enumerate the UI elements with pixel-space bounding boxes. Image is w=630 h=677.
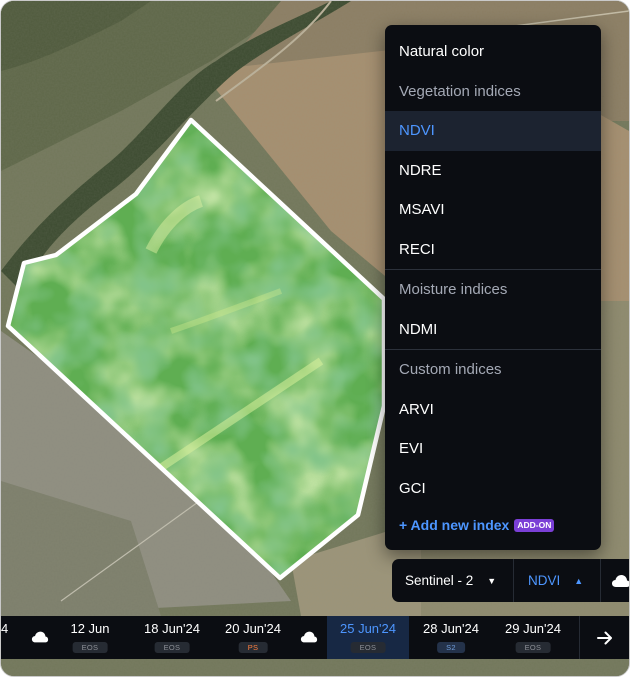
- source-badge: PS: [238, 642, 268, 653]
- arrow-right-icon: [597, 631, 612, 644]
- timeline-date-item[interactable]: 25 Jun'24 EOS: [327, 616, 409, 659]
- layer-selector-bar: Sentinel - 2 ▼ NDVI ▲: [392, 559, 629, 602]
- menu-section-header: Moisture indices: [399, 281, 508, 298]
- source-badge: EOS: [350, 642, 386, 653]
- cloud-filter-button[interactable]: [601, 559, 629, 602]
- source-badge: EOS: [154, 642, 190, 653]
- add-new-index-label: + Add new index: [399, 517, 510, 533]
- timeline-date-label: 20 Jun'24: [225, 621, 281, 636]
- cloudy-date-icon[interactable]: [300, 629, 318, 645]
- menu-section-header: Custom indices: [399, 361, 502, 378]
- timeline-next-button[interactable]: [579, 616, 629, 659]
- timeline-date-item[interactable]: 18 Jun'24 EOS: [132, 616, 212, 659]
- menu-item-evi[interactable]: EVI: [385, 429, 601, 469]
- source-badge: S2: [437, 642, 465, 653]
- timeline-date-label: 12 Jun: [70, 621, 110, 636]
- chevron-up-icon: ▲: [574, 575, 584, 586]
- menu-item-arvi[interactable]: ARVI: [385, 390, 601, 430]
- cloudy-date-icon[interactable]: [31, 629, 49, 645]
- chevron-down-icon: ▼: [487, 575, 497, 586]
- timeline-date-item[interactable]: 20 Jun'24 PS: [213, 616, 293, 659]
- timeline-date-label: 29 Jun'24: [505, 621, 561, 636]
- add-on-badge: ADD-ON: [514, 518, 555, 532]
- timeline-date-label: 28 Jun'24: [423, 621, 479, 636]
- menu-section-header: Vegetation indices: [399, 82, 521, 100]
- timeline-date-label: 25 Jun'24: [340, 621, 396, 636]
- menu-item-natural-color[interactable]: Natural color: [385, 32, 601, 72]
- add-new-index-button[interactable]: + Add new index ADD-ON: [385, 508, 601, 542]
- menu-item-reci[interactable]: RECI: [385, 230, 601, 270]
- menu-item-ndmi[interactable]: NDMI: [385, 310, 601, 350]
- menu-item-gci[interactable]: GCI: [385, 469, 601, 509]
- satellite-selector[interactable]: Sentinel - 2 ▼: [392, 559, 513, 602]
- timeline-date-item[interactable]: 28 Jun'24 S2: [410, 616, 492, 659]
- index-dropdown-menu: Natural color Vegetation indices NDVI NDRE M…: [385, 25, 601, 550]
- timeline-date-item[interactable]: 29 Jun'24 EOS: [492, 616, 574, 659]
- index-label: NDVI: [528, 573, 561, 588]
- app-frame: Natural color Vegetation indices NDVI NDRE M…: [0, 0, 630, 677]
- timeline-date-item[interactable]: 12 Jun EOS: [49, 616, 131, 659]
- timeline-date-label: 18 Jun'24: [144, 621, 200, 636]
- menu-item-ndre[interactable]: NDRE: [385, 151, 601, 191]
- index-selector[interactable]: NDVI ▲: [514, 559, 600, 602]
- menu-item-msavi[interactable]: MSAVI: [385, 190, 601, 230]
- satellite-label: Sentinel - 2: [405, 573, 474, 588]
- timeline-partial-date: 4: [1, 621, 9, 636]
- source-badge: EOS: [515, 642, 551, 653]
- cloud-icon: [612, 574, 629, 587]
- date-timeline: 4 12 Jun EOS 18 Jun'24 EOS 20 Jun'24 PS 25 Jun…: [1, 616, 629, 659]
- menu-item-ndvi[interactable]: NDVI: [385, 111, 601, 151]
- source-badge: EOS: [72, 642, 108, 653]
